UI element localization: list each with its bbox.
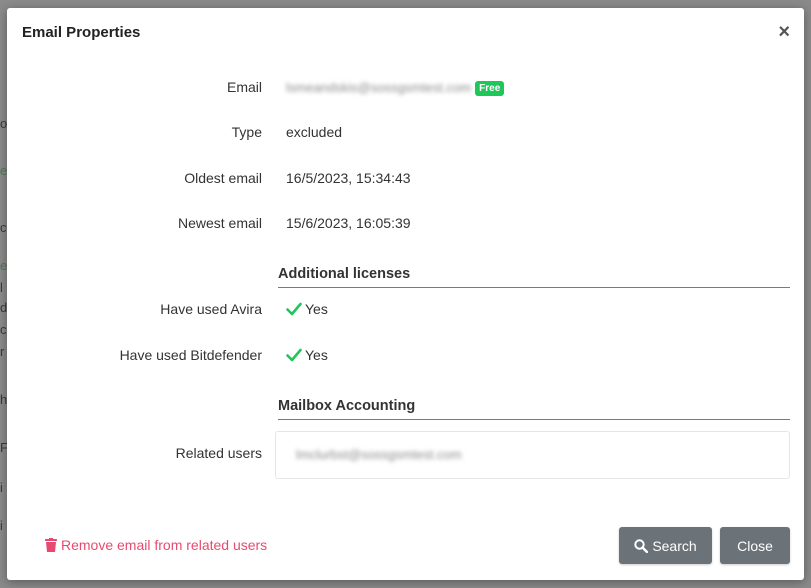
trash-icon (45, 538, 57, 552)
newest-email-value: 15/6/2023, 16:05:39 (286, 215, 411, 231)
bitdefender-row: Have used Bitdefender Yes (7, 344, 804, 368)
related-users-list[interactable]: lmclurbst@sossgsmtest.com (275, 431, 790, 479)
search-button-label: Search (652, 537, 697, 554)
avira-value: Yes (305, 301, 328, 317)
background-text: l (0, 280, 3, 295)
avira-value-wrap: Yes (286, 301, 328, 317)
remove-email-link[interactable]: Remove email from related users (45, 537, 267, 553)
free-badge: Free (475, 81, 505, 96)
type-row: Type excluded (7, 121, 804, 145)
remove-email-label: Remove email from related users (61, 537, 268, 553)
email-value: lsmeandskis@sossgsmtest.com (286, 80, 472, 95)
mailbox-accounting-section: Mailbox Accounting (278, 398, 790, 420)
oldest-email-row: Oldest email 16/5/2023, 15:34:43 (7, 167, 804, 191)
check-icon (286, 348, 302, 362)
newest-email-row: Newest email 15/6/2023, 16:05:39 (7, 212, 804, 236)
mailbox-accounting-title: Mailbox Accounting (278, 398, 416, 414)
avira-label: Have used Avira (160, 301, 262, 317)
oldest-email-label: Oldest email (184, 170, 262, 186)
modal-title: Email Properties (22, 24, 141, 41)
close-icon[interactable]: × (778, 22, 790, 42)
oldest-email-value: 16/5/2023, 15:34:43 (286, 170, 411, 186)
background-text: r (0, 344, 5, 359)
related-users-label: Related users (175, 445, 262, 461)
type-value: excluded (286, 124, 343, 140)
type-label: Type (231, 124, 262, 140)
background-text: c (0, 220, 7, 235)
email-row: Email lsmeandskis@sossgsmtest.com Free (7, 76, 804, 100)
search-button[interactable]: Search (619, 527, 712, 564)
additional-licenses-section: Additional licenses (278, 266, 790, 288)
bitdefender-value-wrap: Yes (286, 347, 328, 363)
close-button[interactable]: Close (720, 527, 790, 564)
related-user-email[interactable]: lmclurbst@sossgsmtest.com (296, 447, 462, 462)
check-icon (286, 302, 302, 316)
modal-header: Email Properties × (7, 8, 804, 58)
background-text: i (0, 518, 3, 533)
avira-row: Have used Avira Yes (7, 298, 804, 322)
additional-licenses-title: Additional licenses (278, 266, 411, 282)
search-icon (634, 538, 649, 553)
email-value-wrap: lsmeandskis@sossgsmtest.com Free (286, 79, 505, 96)
background-text: c (0, 322, 7, 337)
bitdefender-value: Yes (305, 347, 328, 363)
background-text: i (0, 480, 3, 495)
email-properties-modal: Email Properties × Email lsmeandskis@sos… (7, 8, 804, 580)
newest-email-label: Newest email (177, 215, 262, 231)
email-label: Email (226, 79, 262, 95)
bitdefender-label: Have used Bitdefender (119, 347, 262, 363)
